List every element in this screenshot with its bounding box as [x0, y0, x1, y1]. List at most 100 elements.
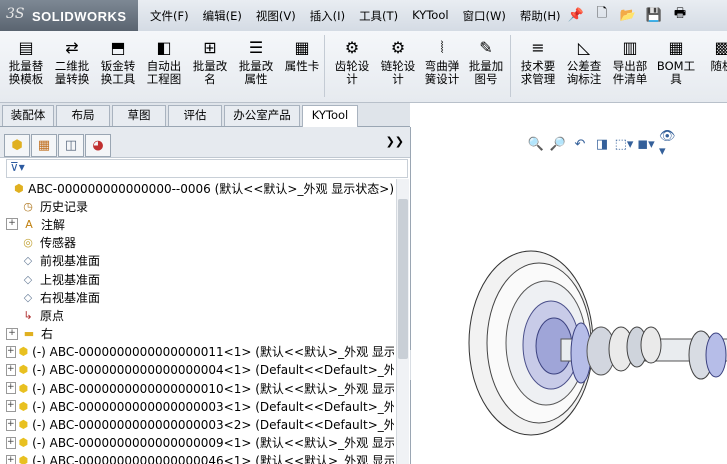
expand-toggle[interactable]: + — [6, 327, 18, 340]
tree-item-label: (-) ABC-0000000000000000004<1> (Default<… — [32, 363, 394, 378]
ribbon-button-requirements[interactable]: ≡ 技术要求管理 — [516, 35, 560, 86]
expand-toggle[interactable]: + — [6, 382, 16, 395]
tree-component-row[interactable]: + ⬢ (-) ABC-0000000000000000046<1> (默认<<默认… — [2, 452, 394, 464]
ribbon-button-label: 技术要求管理 — [520, 59, 556, 86]
tree-row[interactable]: ⬢ ABC-000000000000000--0006 (默认<<默认>_外观 显… — [2, 179, 394, 197]
tree-item-label: 右视基准面 — [40, 290, 101, 305]
tree-component-row[interactable]: + ⬢ (-) ABC-0000000000000000004<1> (Defaul… — [2, 361, 394, 379]
ribbon-button-tolerance[interactable]: ◺ 公差查询标注 — [562, 35, 606, 86]
tree-item-label: (-) ABC-0000000000000000003<1> (Default<… — [32, 399, 394, 414]
new-document-icon[interactable]: 🗋 — [592, 5, 612, 25]
filter-bar[interactable]: ⊽▾ — [6, 159, 408, 178]
solidworks-logo[interactable]: 3S SOLIDWORKS — [0, 0, 138, 31]
part-icon: ⬢ — [18, 418, 29, 432]
expand-toggle[interactable]: + — [6, 436, 16, 449]
tab-evaluate[interactable]: 评估 — [168, 105, 222, 126]
expand-toggle[interactable]: + — [6, 418, 16, 431]
ribbon-button-gear[interactable]: ⚙ 齿轮设计 — [330, 35, 374, 86]
plane-icon: ◇ — [23, 254, 33, 268]
pin-icon[interactable]: 📌 — [566, 5, 586, 25]
ribbon-button-label: 钣金转换工具 — [100, 59, 136, 86]
tab-layout[interactable]: 布局 — [56, 105, 110, 126]
tree-row[interactable]: ◇ 上视基准面 — [2, 270, 394, 288]
ribbon-button-drawing[interactable]: ◧ 自动出工程图 — [142, 35, 186, 86]
tree-component-row[interactable]: + ⬢ (-) ABC-0000000000000000009<1> (默认<<默认… — [2, 434, 394, 452]
tree-item-label: 注解 — [41, 217, 66, 232]
tree-component-row[interactable]: + ⬢ (-) ABC-0000000000000000003<1> (Defaul… — [2, 397, 394, 415]
feature-manager-icon[interactable]: ⬢ — [4, 134, 30, 157]
ribbon-button-spring[interactable]: ⦚ 弯曲弹簧设计 — [420, 35, 464, 86]
ribbon-button-properties[interactable]: ☰ 批量改属性 — [234, 35, 278, 86]
ribbon-button-template-replace[interactable]: ▤ 批量替换模板 — [4, 35, 48, 86]
title-bar: 3S SOLIDWORKS 文件(F) 编辑(E) 视图(V) 插入(I) 工具… — [0, 0, 727, 32]
save-icon[interactable]: 💾 — [644, 5, 664, 25]
tree-component-row[interactable]: + ⬢ (-) ABC-0000000000000000003<2> (Defaul… — [2, 415, 394, 433]
ribbon-button-label: 批量替换模板 — [8, 59, 44, 86]
open-folder-icon[interactable]: 📂 — [618, 5, 638, 25]
tab-kytool[interactable]: KYTool — [302, 105, 358, 127]
menu-help[interactable]: 帮助(H) — [520, 8, 561, 24]
vertical-scrollbar[interactable] — [396, 179, 409, 464]
chevron-right-icon[interactable]: ❯❯ — [386, 135, 404, 148]
menu-edit[interactable]: 编辑(E) — [203, 8, 242, 24]
sheetmetal-icon: ⬒ — [110, 37, 126, 57]
tree-component-row[interactable]: + ⬢ (-) ABC-0000000000000000011<1> (默认<<默认… — [2, 343, 394, 361]
tree-item-label: 历史记录 — [40, 199, 89, 214]
plane-icon: ◇ — [23, 272, 33, 286]
tab-assembly[interactable]: 装配体 — [2, 105, 54, 126]
print-icon[interactable]: 🖶 — [670, 5, 690, 25]
tree-row[interactable]: ◎ 传感器 — [2, 234, 394, 252]
tolerance-icon: ◺ — [577, 37, 591, 57]
display-manager-icon[interactable]: ◕ — [85, 134, 111, 157]
menu-kytool[interactable]: KYTool — [412, 8, 449, 24]
expand-toggle[interactable]: + — [6, 363, 16, 376]
panel-tabs: ⬢ ▦ ◫ ◕ ❯❯ — [0, 127, 410, 158]
tree-row[interactable]: ◷ 历史记录 — [2, 197, 394, 215]
graphics-viewport[interactable]: 🔍 🔎 ↶ ◨ ⬚▾ ◼▾ 👁▾ — [411, 103, 727, 464]
ribbon-button-random[interactable]: ▩ 随机 — [700, 35, 727, 73]
tree-row[interactable]: ◇ 前视基准面 — [2, 252, 394, 270]
rename-icon: ⊞ — [203, 37, 217, 57]
shaft-assembly-model[interactable] — [411, 103, 727, 464]
ribbon-button-sprocket[interactable]: ⚙ 链轮设计 — [376, 35, 420, 86]
tree-item-label: (-) ABC-0000000000000000003<2> (Default<… — [32, 418, 394, 433]
ribbon-button-label: 自动出工程图 — [146, 59, 182, 86]
sensor-icon: ◎ — [23, 236, 33, 250]
scrollbar-thumb[interactable] — [398, 199, 408, 359]
menu-view[interactable]: 视图(V) — [256, 8, 296, 24]
tree-component-row[interactable]: + ⬢ (-) ABC-0000000000000000010<1> (默认<<默认… — [2, 379, 394, 397]
tree-row[interactable]: ◇ 右视基准面 — [2, 288, 394, 306]
ribbon-button-label: 弯曲弹簧设计 — [424, 59, 460, 86]
ribbon-button-export-list[interactable]: ▥ 导出部件清单 — [608, 35, 652, 86]
ribbon-button-label: BOM工具 — [656, 59, 696, 86]
menu-file[interactable]: 文件(F) — [150, 8, 189, 24]
ribbon-button-2d-convert[interactable]: ⇄ 二维批量转换 — [50, 35, 94, 86]
2d-convert-icon: ⇄ — [65, 37, 79, 57]
ribbon-button-label: 链轮设计 — [380, 59, 416, 86]
filter-icon[interactable]: ⊽▾ — [10, 160, 25, 174]
configuration-manager-icon[interactable]: ◫ — [58, 134, 84, 157]
menu-tools[interactable]: 工具(T) — [359, 8, 398, 24]
ribbon-button-bom[interactable]: ▦ BOM工具 — [654, 35, 698, 86]
tree-item-label: (-) ABC-0000000000000000046<1> (默认<<默认>_… — [32, 454, 394, 464]
ribbon-button-add-number[interactable]: ✎ 批量加图号 — [464, 35, 508, 86]
expand-toggle[interactable]: + — [6, 400, 16, 413]
tab-office-products[interactable]: 办公室产品 — [224, 105, 300, 126]
add-number-icon: ✎ — [479, 37, 493, 57]
tree-row[interactable]: + ▬ 右 — [2, 325, 394, 343]
spring-icon: ⦚ — [440, 37, 444, 57]
ribbon-button-property-card[interactable]: ▦ 属性卡 — [280, 35, 324, 73]
template-replace-icon: ▤ — [18, 37, 34, 57]
expand-toggle[interactable]: + — [6, 345, 16, 358]
tab-sketch[interactable]: 草图 — [112, 105, 166, 126]
menu-insert[interactable]: 插入(I) — [310, 8, 345, 24]
plane-icon: ◇ — [23, 290, 33, 304]
property-manager-icon[interactable]: ▦ — [31, 134, 57, 157]
expand-toggle[interactable]: + — [6, 218, 18, 231]
ribbon-button-rename[interactable]: ⊞ 批量改名 — [188, 35, 232, 86]
menu-window[interactable]: 窗口(W) — [463, 8, 506, 24]
tree-row[interactable]: + A 注解 — [2, 215, 394, 233]
ribbon-button-sheetmetal[interactable]: ⬒ 钣金转换工具 — [96, 35, 140, 86]
expand-toggle[interactable]: + — [6, 454, 16, 464]
tree-row[interactable]: ↳ 原点 — [2, 306, 394, 324]
